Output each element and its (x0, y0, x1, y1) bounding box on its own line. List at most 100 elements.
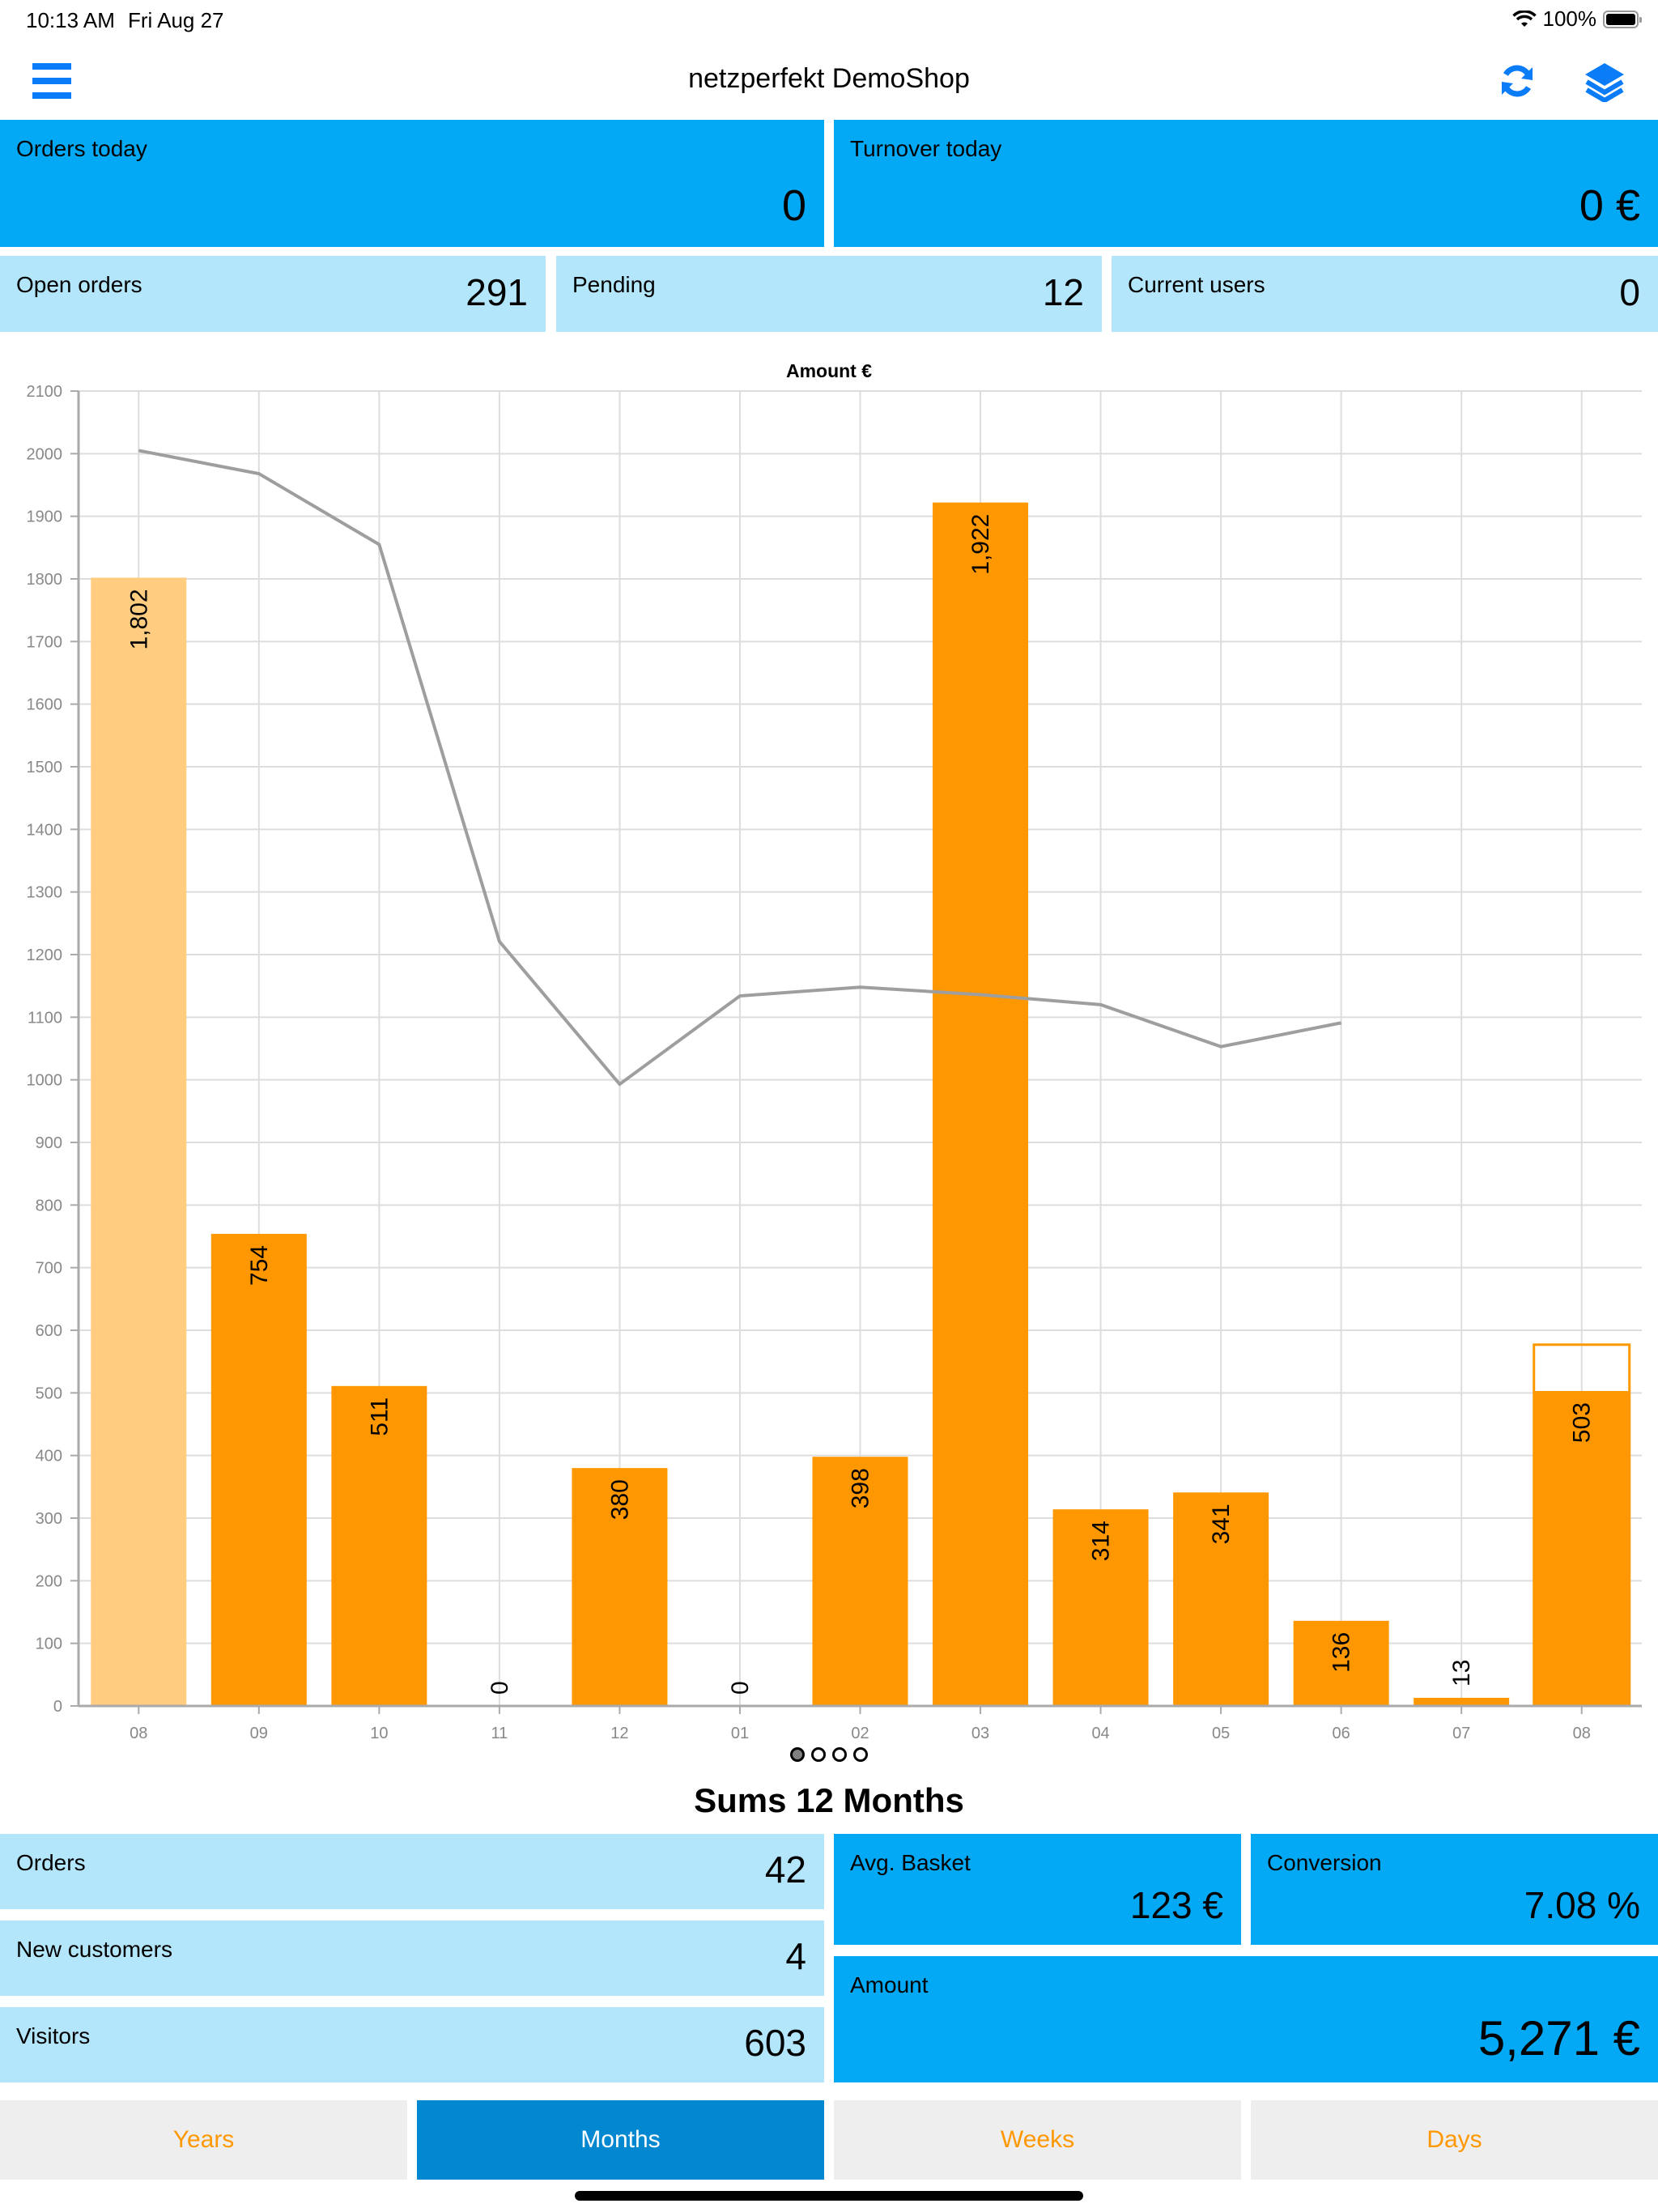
page-indicator (0, 1747, 1658, 1762)
y-tick-label: 1200 (27, 946, 63, 964)
y-tick-label: 2100 (27, 383, 63, 401)
avg-basket-value: 123 € (1129, 1884, 1223, 1926)
new-customers-tile: New customers 4 (0, 1921, 824, 1996)
y-tick-label: 700 (36, 1260, 62, 1278)
y-tick-label: 1400 (27, 821, 63, 839)
page-dot[interactable] (853, 1747, 868, 1762)
battery-percent: 100% (1542, 6, 1597, 31)
amount-tile: Amount 5,271 € (834, 1956, 1658, 2082)
x-tick-label: 11 (491, 1725, 508, 1742)
bar-value-label: 511 (366, 1397, 393, 1436)
avg-basket-tile: Avg. Basket 123 € (834, 1834, 1241, 1945)
x-tick-label: 07 (1452, 1725, 1470, 1742)
bar-value-label: 314 (1088, 1521, 1115, 1561)
nav-bar: netzperfekt DemoShop (0, 40, 1658, 120)
open-orders-label: Open orders (16, 272, 142, 297)
x-tick-label: 08 (130, 1725, 147, 1742)
x-tick-label: 02 (851, 1725, 869, 1742)
turnover-today-value: 0 € (1579, 181, 1640, 230)
layers-button[interactable] (1580, 57, 1629, 105)
bar (210, 1233, 307, 1706)
conversion-value: 7.08 % (1524, 1884, 1640, 1926)
current-users-tile: Current users 0 (1112, 256, 1658, 332)
y-tick-label: 100 (36, 1636, 62, 1653)
x-tick-label: 09 (250, 1725, 268, 1742)
new-customers-label: New customers (16, 1937, 172, 1962)
refresh-icon (1502, 65, 1533, 97)
bar-value-label: 0 (727, 1681, 754, 1695)
orders-today-value: 0 (781, 181, 806, 230)
y-tick-label: 600 (36, 1322, 62, 1340)
page-dot[interactable] (811, 1747, 826, 1762)
home-indicator (575, 2191, 1083, 2201)
y-tick-label: 1000 (27, 1072, 63, 1090)
amount-chart[interactable]: Amount € 0100200300400500600700800900100… (0, 340, 1658, 1757)
orders-sum-label: Orders (16, 1850, 86, 1875)
current-users-value: 0 (1619, 271, 1640, 313)
pending-value: 12 (1042, 271, 1084, 313)
avg-basket-label: Avg. Basket (850, 1850, 971, 1875)
current-users-label: Current users (1128, 272, 1265, 297)
y-tick-label: 200 (36, 1572, 62, 1590)
y-tick-label: 1700 (27, 633, 63, 651)
tab-years[interactable]: Years (0, 2100, 407, 2180)
orders-sum-value: 42 (764, 1848, 806, 1891)
x-tick-label: 08 (1573, 1725, 1591, 1742)
status-bar: 10:13 AM Fri Aug 27 100% (0, 0, 1658, 40)
y-tick-label: 2000 (27, 445, 63, 463)
orders-today-label: Orders today (16, 136, 147, 161)
bar-value-label: 754 (246, 1245, 273, 1286)
page-dot[interactable] (790, 1747, 805, 1762)
visitors-tile: Visitors 603 (0, 2007, 824, 2082)
bar (91, 577, 187, 1706)
y-tick-label: 1500 (27, 759, 63, 776)
y-tick-label: 500 (36, 1385, 62, 1402)
status-right: 100% (1511, 6, 1642, 32)
y-tick-label: 900 (36, 1134, 62, 1152)
y-tick-label: 300 (36, 1510, 62, 1528)
refresh-button[interactable] (1493, 57, 1541, 105)
bar-value-label: 341 (1208, 1504, 1235, 1544)
amount-label: Amount (850, 1972, 929, 1997)
pending-label: Pending (572, 272, 656, 297)
amount-value: 5,271 € (1477, 2011, 1640, 2065)
conversion-tile: Conversion 7.08 % (1251, 1834, 1658, 1945)
open-orders-value: 291 (466, 271, 528, 313)
status-date: Fri Aug 27 (128, 8, 224, 32)
battery-icon (1603, 10, 1642, 28)
bar (933, 502, 1029, 1706)
open-orders-tile: Open orders 291 (0, 256, 546, 332)
turnover-today-label: Turnover today (850, 136, 1002, 161)
layers-icon (1585, 63, 1624, 102)
bar-value-label: 13 (1448, 1660, 1475, 1687)
y-tick-label: 1800 (27, 571, 63, 589)
x-tick-label: 10 (370, 1725, 388, 1742)
x-tick-label: 05 (1212, 1725, 1230, 1742)
sums-title: Sums 12 Months (694, 1781, 964, 1819)
wifi-icon (1511, 10, 1537, 27)
y-tick-label: 800 (36, 1197, 62, 1214)
turnover-today-tile: Turnover today 0 € (834, 120, 1658, 247)
x-tick-label: 01 (731, 1725, 749, 1742)
bar-value-label: 398 (848, 1468, 874, 1508)
bar-value-label: 380 (606, 1479, 633, 1520)
app-title: netzperfekt DemoShop (688, 63, 970, 94)
visitors-value: 603 (744, 2022, 806, 2064)
status-time: 10:13 AM (26, 8, 115, 32)
bar-value-label: 1,922 (967, 514, 994, 575)
bar-value-label: 0 (487, 1681, 513, 1695)
orders-sum-tile: Orders 42 (0, 1834, 824, 1909)
page-dot[interactable] (832, 1747, 847, 1762)
conversion-label: Conversion (1267, 1850, 1382, 1875)
y-tick-label: 1300 (27, 884, 63, 902)
bar-value-label: 1,802 (125, 589, 152, 649)
tab-months[interactable]: Months (417, 2100, 824, 2180)
tab-weeks[interactable]: Weeks (834, 2100, 1241, 2180)
y-tick-label: 0 (53, 1698, 62, 1716)
tab-days[interactable]: Days (1251, 2100, 1658, 2180)
orders-today-tile: Orders today 0 (0, 120, 824, 247)
x-tick-label: 04 (1091, 1725, 1109, 1742)
chart-title: Amount € (786, 360, 872, 381)
x-tick-label: 12 (610, 1725, 628, 1742)
y-tick-label: 1900 (27, 508, 63, 526)
